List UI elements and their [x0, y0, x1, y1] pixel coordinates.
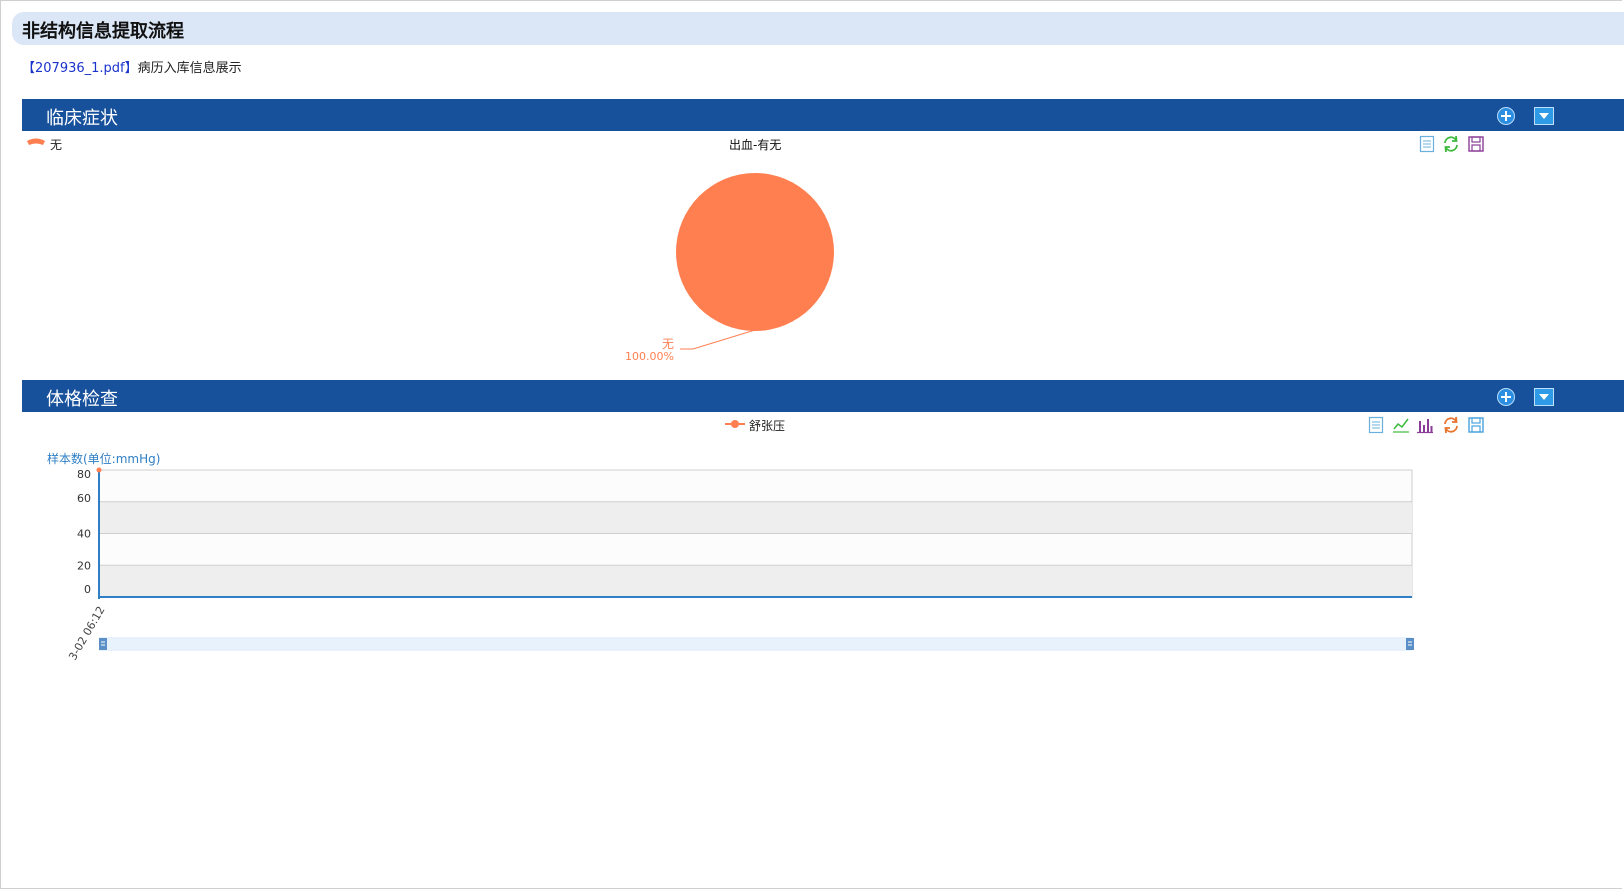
data-view-icon[interactable] [1418, 135, 1436, 153]
pie-chart: 无100.00% [625, 173, 834, 363]
data-point[interactable] [96, 467, 102, 473]
refresh-icon[interactable] [1442, 135, 1460, 153]
section-header-physical-exam[interactable]: 体格检查 [22, 380, 1624, 412]
pie-slice-label: 无 [662, 337, 674, 351]
y-tick-label: 60 [77, 492, 91, 505]
y-tick-label: 0 [84, 583, 91, 596]
page-title: 非结构信息提取流程 [22, 21, 184, 42]
data-view-icon[interactable] [1367, 416, 1385, 434]
datazoom-right-handle[interactable] [1406, 638, 1414, 650]
record-info-line: 【207936_1.pdf】病历入库信息展示 [22, 57, 242, 76]
y-tick-label: 80 [77, 468, 91, 481]
line-chart: 样本数(单位:mmHg) 80 60 40 20 0 3-02 06:12 [47, 451, 1414, 663]
line-legend-label[interactable]: 舒张压 [749, 417, 785, 434]
save-icon[interactable] [1467, 135, 1485, 153]
pie-chart-title: 出血-有无 [729, 138, 782, 152]
bar-chart-icon[interactable] [1416, 416, 1434, 434]
legend-marker-icon[interactable] [26, 137, 46, 149]
dropdown-arrow-icon[interactable] [1534, 107, 1554, 125]
plus-circle-icon[interactable] [1497, 107, 1515, 125]
y-tick-label: 20 [77, 559, 91, 572]
y-axis-label: 样本数(单位:mmHg) [47, 451, 160, 466]
title-bar: 非结构信息提取流程 [12, 12, 1624, 45]
x-tick-label: 3-02 06:12 [66, 604, 107, 663]
y-tick-label: 40 [77, 528, 91, 541]
datazoom-track[interactable] [99, 637, 1412, 651]
legend-line-marker-icon[interactable] [724, 418, 746, 430]
file-link[interactable]: 【207936_1.pdf】 [22, 61, 138, 76]
section-title: 临床症状 [46, 108, 118, 129]
grid-band [99, 501, 1412, 534]
save-icon[interactable] [1467, 416, 1485, 434]
grid-band [99, 565, 1412, 597]
pie-legend-label[interactable]: 无 [50, 136, 62, 153]
section-header-clinical-symptoms[interactable]: 临床症状 [22, 99, 1624, 131]
refresh-icon[interactable] [1442, 416, 1460, 434]
pie-slice-percent: 100.00% [625, 350, 674, 363]
line-chart-icon[interactable] [1392, 416, 1410, 434]
section-title: 体格检查 [46, 389, 118, 410]
datazoom-left-handle[interactable] [99, 638, 107, 650]
dropdown-arrow-icon[interactable] [1534, 388, 1554, 406]
record-subtitle: 病历入库信息展示 [137, 61, 242, 76]
plus-circle-icon[interactable] [1497, 388, 1515, 406]
pie-label-line [680, 329, 756, 350]
pie-slice[interactable] [676, 173, 834, 331]
